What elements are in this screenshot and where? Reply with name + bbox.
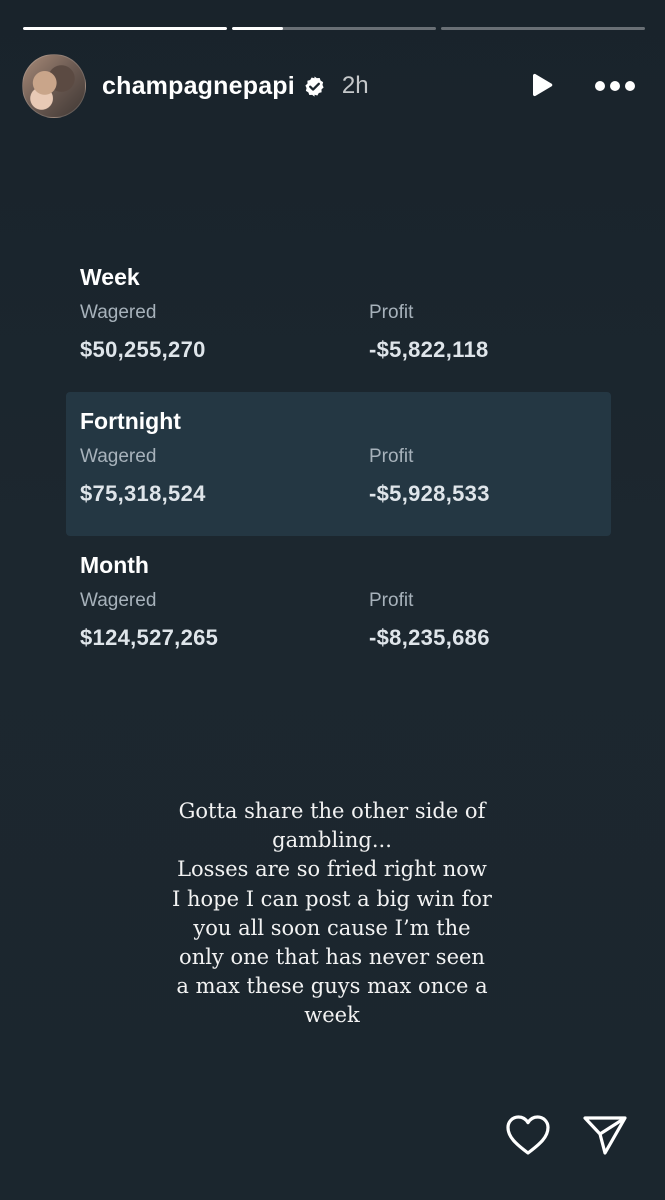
send-icon[interactable] bbox=[582, 1113, 628, 1157]
period-title: Week bbox=[80, 264, 140, 290]
period-title: Fortnight bbox=[80, 408, 181, 434]
username[interactable]: champagnepapi bbox=[102, 72, 295, 101]
profit-label: Profit bbox=[369, 446, 414, 467]
wagered-value: $75,318,524 bbox=[80, 481, 206, 506]
heart-icon[interactable] bbox=[504, 1113, 552, 1157]
profit-value: -$5,822,118 bbox=[369, 337, 489, 362]
profit-column: Profit -$5,822,118 bbox=[369, 302, 489, 363]
story-progress bbox=[23, 27, 645, 31]
profit-column: Profit -$8,235,686 bbox=[369, 590, 490, 651]
progress-fill bbox=[232, 27, 283, 30]
period-fortnight: Fortnight Wagered $75,318,524 Profit -$5… bbox=[66, 392, 611, 536]
wagered-value: $124,527,265 bbox=[80, 625, 219, 650]
period-week: Week Wagered $50,255,270 Profit -$5,822,… bbox=[66, 248, 611, 392]
wagered-label: Wagered bbox=[80, 590, 157, 611]
story-caption: Gotta share the other side of gambling..… bbox=[172, 799, 492, 1028]
profit-value: -$8,235,686 bbox=[369, 625, 490, 650]
story-header: champagnepapi 2h bbox=[22, 54, 642, 118]
period-month: Month Wagered $124,527,265 Profit -$8,23… bbox=[66, 536, 611, 680]
story-viewer: champagnepapi 2h Week Wagered $50,255,27… bbox=[0, 0, 665, 1200]
period-title: Month bbox=[80, 552, 149, 578]
profit-column: Profit -$5,928,533 bbox=[369, 446, 490, 507]
progress-segment bbox=[23, 27, 227, 30]
wagered-value: $50,255,270 bbox=[80, 337, 206, 362]
wagered-label: Wagered bbox=[80, 302, 157, 323]
avatar[interactable] bbox=[22, 54, 86, 118]
progress-segment bbox=[232, 27, 436, 30]
wagered-column: Wagered $124,527,265 bbox=[80, 590, 218, 651]
verified-badge-icon bbox=[303, 75, 326, 98]
more-dots-icon[interactable] bbox=[594, 79, 636, 93]
progress-segment bbox=[441, 27, 645, 30]
profit-label: Profit bbox=[369, 302, 414, 323]
wagered-label: Wagered bbox=[80, 446, 157, 467]
profit-label: Profit bbox=[369, 590, 414, 611]
progress-fill bbox=[23, 27, 227, 30]
play-icon[interactable] bbox=[526, 71, 556, 101]
wagered-column: Wagered $50,255,270 bbox=[80, 302, 206, 363]
wagered-column: Wagered $75,318,524 bbox=[80, 446, 206, 507]
gambling-stats: Week Wagered $50,255,270 Profit -$5,822,… bbox=[66, 248, 611, 680]
profit-value: -$5,928,533 bbox=[369, 481, 490, 506]
post-time: 2h bbox=[341, 72, 369, 99]
